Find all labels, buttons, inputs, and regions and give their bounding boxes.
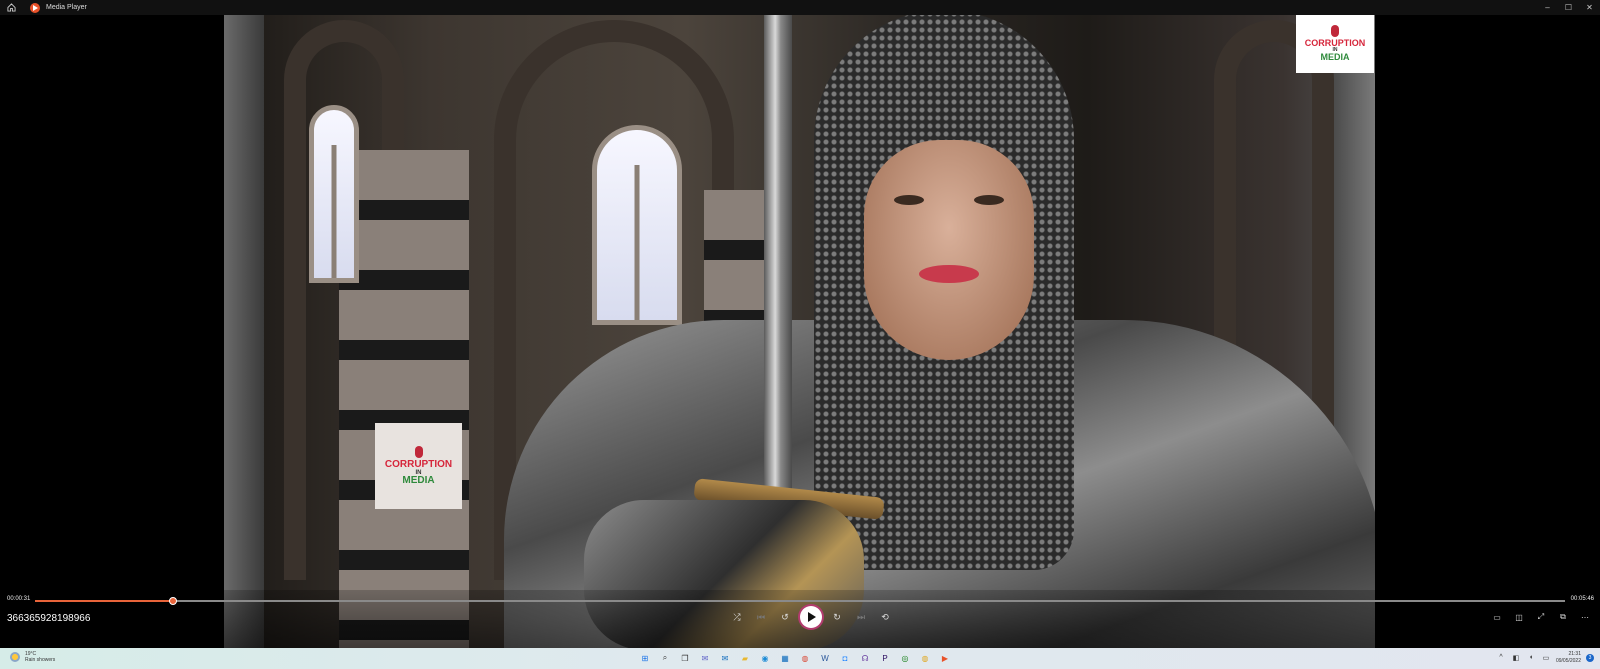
arched-window-left: [309, 105, 359, 283]
window-title: Media Player: [46, 4, 87, 11]
more-options-icon[interactable]: ⋯: [1578, 608, 1592, 626]
network-icon[interactable]: ◧: [1511, 653, 1521, 663]
eye-right: [974, 195, 1004, 205]
weather-description: Rain showers: [25, 657, 56, 663]
xbox-icon[interactable]: ◎: [898, 651, 912, 665]
video-left-blur: [224, 0, 264, 648]
eye-left: [894, 195, 924, 205]
captions-icon[interactable]: ▭: [1490, 608, 1504, 626]
fullscreen-icon[interactable]: ⤢: [1534, 608, 1548, 626]
seek-bar-progress: [35, 600, 173, 602]
minimize-button[interactable]: –: [1537, 0, 1558, 15]
channel-logo-watermark: CORRUPTION IN MEDIA: [375, 423, 462, 509]
media-player-app-icon: [30, 2, 40, 13]
chat-icon[interactable]: ✉: [698, 651, 712, 665]
taskbar-apps: ⊞ ⌕ ❐ ✉ ✉ ▰ ◉ ▦ ◍ W ◘ ☊ P ◎ ◍ ▶: [638, 651, 952, 665]
taskbar: 19°C Rain showers ⊞ ⌕ ❐ ✉ ✉ ▰ ◉ ▦ ◍ W ◘ ☊ P ◎ ◍ ▶ ^ ◧ ◖…: [0, 648, 1600, 669]
chrome-canary-icon[interactable]: ◍: [918, 651, 932, 665]
view-controls: ▭ ◫ ⤢ ⧉ ⋯: [1490, 608, 1592, 626]
clock-date: 09/05/2022: [1555, 657, 1581, 664]
previous-icon[interactable]: ⏮: [752, 608, 770, 626]
maximize-button[interactable]: ☐: [1558, 0, 1579, 15]
lips: [919, 265, 979, 283]
seek-bar[interactable]: [35, 597, 1565, 605]
home-icon[interactable]: [4, 1, 18, 15]
weather-widget[interactable]: 19°C Rain showers: [10, 651, 55, 663]
volume-icon[interactable]: ◖: [1526, 653, 1536, 663]
search-icon[interactable]: ⌕: [658, 651, 672, 665]
zoom-icon[interactable]: ◘: [838, 651, 852, 665]
chrome-icon[interactable]: ◍: [798, 651, 812, 665]
video-frame[interactable]: [224, 0, 1375, 648]
shuffle-icon[interactable]: ⤮: [728, 608, 746, 626]
chevron-up-icon[interactable]: ^: [1496, 653, 1506, 663]
miniplayer-icon[interactable]: ⧉: [1556, 608, 1570, 626]
repeat-icon[interactable]: ⟲: [876, 608, 894, 626]
player-controls: 00:00:31 00:05:46 366365928198966 ⤮ ⏮ ↺ …: [0, 590, 1600, 648]
microphone-icon: [1331, 25, 1339, 37]
media-player-window: Media Player – ☐ ✕ CORRUPTION IN MEDIA C…: [0, 0, 1600, 669]
clock[interactable]: 21:31 09/05/2022: [1556, 651, 1581, 664]
media-title: 366365928198966: [7, 613, 91, 624]
play-button[interactable]: [800, 606, 822, 628]
current-time: 00:00:31: [7, 596, 31, 602]
seek-bar-thumb[interactable]: [168, 597, 177, 605]
word-icon[interactable]: W: [818, 651, 832, 665]
channel-logo-top: CORRUPTION IN MEDIA: [1296, 14, 1374, 73]
audio-icon[interactable]: ◫: [1512, 608, 1526, 626]
transport-controls: ⤮ ⏮ ↺ ↻ ⏭ ⟲: [728, 606, 894, 628]
rewind-10-icon[interactable]: ↺: [776, 608, 794, 626]
face: [864, 140, 1034, 360]
store-icon[interactable]: ▦: [778, 651, 792, 665]
premiere-icon[interactable]: P: [878, 651, 892, 665]
title-bar: Media Player – ☐ ✕: [0, 0, 1600, 15]
close-button[interactable]: ✕: [1579, 0, 1600, 15]
notification-badge[interactable]: 3: [1586, 653, 1594, 662]
windows-start-icon[interactable]: ⊞: [638, 651, 652, 665]
sword-blade: [764, 0, 792, 500]
forward-30-icon[interactable]: ↻: [828, 608, 846, 626]
window-controls: – ☐ ✕: [1537, 0, 1600, 15]
file-explorer-icon[interactable]: ▰: [738, 651, 752, 665]
weather-icon: [10, 652, 20, 662]
microphone-icon: [414, 446, 423, 458]
next-icon[interactable]: ⏭: [852, 608, 870, 626]
media-player-icon[interactable]: ▶: [938, 651, 952, 665]
task-view-icon[interactable]: ❐: [678, 651, 692, 665]
battery-icon[interactable]: ▭: [1541, 653, 1551, 663]
duration: 00:05:46: [1570, 596, 1594, 602]
mail-icon[interactable]: ✉: [718, 651, 732, 665]
headset-icon[interactable]: ☊: [858, 651, 872, 665]
arched-window-center: [592, 125, 682, 325]
edge-icon[interactable]: ◉: [758, 651, 772, 665]
system-tray: ^ ◧ ◖ ▭ 21:31 09/05/2022 3: [1496, 651, 1594, 664]
